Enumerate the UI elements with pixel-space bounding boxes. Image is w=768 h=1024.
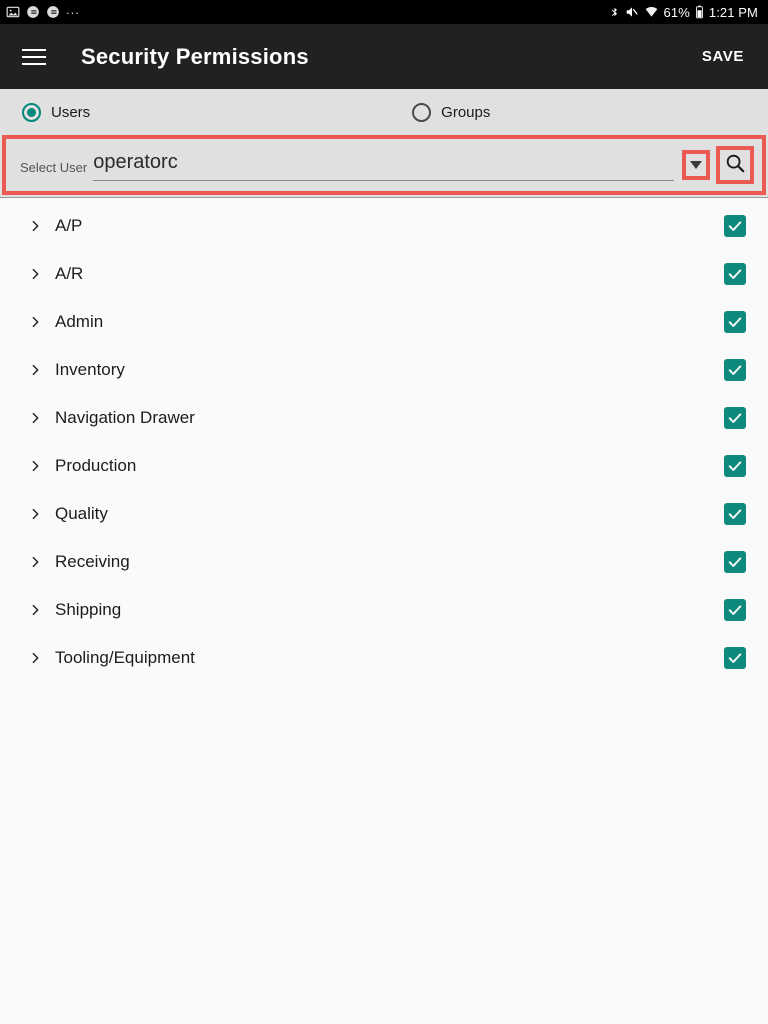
- permission-row-receiving[interactable]: Receiving: [0, 538, 768, 586]
- permission-row-a-p[interactable]: A/P: [0, 202, 768, 250]
- permission-checkbox-quality[interactable]: [724, 503, 746, 525]
- page-title: Security Permissions: [81, 43, 309, 69]
- permission-checkbox-a-p[interactable]: [724, 215, 746, 237]
- battery-icon: [695, 5, 704, 19]
- save-button[interactable]: SAVE: [702, 48, 744, 65]
- caret-down-icon: [690, 161, 702, 169]
- permission-label: Inventory: [55, 360, 125, 379]
- chevron-right-icon[interactable]: [28, 650, 42, 666]
- clock-label: 1:21 PM: [708, 4, 758, 20]
- volume-off-icon: [625, 5, 639, 19]
- chevron-right-icon[interactable]: [28, 602, 42, 618]
- menu-line: [22, 55, 46, 58]
- permission-label: Navigation Drawer: [55, 408, 195, 427]
- permission-checkbox-production[interactable]: [724, 455, 746, 477]
- radio-unselected-icon: [412, 102, 432, 122]
- permission-checkbox-inventory[interactable]: [724, 359, 746, 381]
- permission-row-tooling-equipment[interactable]: Tooling/Equipment: [0, 634, 768, 682]
- status-bar-right: 61% 1:21 PM: [609, 5, 760, 20]
- select-user-value: operatorc: [93, 151, 178, 173]
- permission-label: A/P: [55, 216, 83, 235]
- permission-row-navigation-drawer[interactable]: Navigation Drawer: [0, 394, 768, 442]
- chevron-right-icon[interactable]: [28, 362, 42, 378]
- permission-checkbox-tooling-equipment[interactable]: [724, 647, 746, 669]
- permission-checkbox-receiving[interactable]: [724, 551, 746, 573]
- scope-radio-group: Users Groups: [0, 89, 768, 135]
- chevron-right-icon[interactable]: [28, 266, 42, 282]
- wifi-icon: [644, 5, 659, 19]
- permission-row-admin[interactable]: Admin: [0, 298, 768, 346]
- more-notifications-ellipsis: ...: [66, 1, 80, 17]
- radio-groups-label: Groups: [441, 103, 491, 121]
- permission-label: A/R: [55, 264, 84, 283]
- permission-checkbox-admin[interactable]: [724, 311, 746, 333]
- permission-label: Tooling/Equipment: [55, 648, 195, 667]
- permission-checkbox-navigation-drawer[interactable]: [724, 407, 746, 429]
- permission-row-shipping[interactable]: Shipping: [0, 586, 768, 634]
- permission-row-production[interactable]: Production: [0, 442, 768, 490]
- radio-dot: [27, 107, 36, 117]
- permission-checkbox-a-r[interactable]: [724, 263, 746, 285]
- permission-row-inventory[interactable]: Inventory: [0, 346, 768, 394]
- permission-label: Shipping: [55, 600, 122, 619]
- select-user-highlight-box: Select User operatorc: [2, 135, 766, 195]
- chevron-right-icon[interactable]: [28, 554, 42, 570]
- app-bar: Security Permissions SAVE: [0, 24, 768, 89]
- battery-percent-label: 61%: [663, 4, 690, 20]
- chevron-right-icon[interactable]: [28, 506, 42, 522]
- select-user-input[interactable]: operatorc: [93, 149, 674, 181]
- radio-selected-icon: [22, 102, 41, 122]
- notification-app-icon: [46, 5, 60, 19]
- search-icon: [724, 152, 746, 179]
- chevron-right-icon[interactable]: [28, 218, 42, 234]
- radio-users[interactable]: Users: [22, 102, 91, 122]
- radio-groups[interactable]: Groups: [412, 102, 491, 122]
- status-bar-left: ...: [6, 1, 80, 20]
- permission-label: Receiving: [55, 552, 130, 571]
- hamburger-menu-icon[interactable]: [22, 41, 54, 73]
- permission-label: Quality: [55, 504, 108, 523]
- bluetooth-icon: [609, 5, 620, 19]
- permission-row-a-r[interactable]: A/R: [0, 250, 768, 298]
- chevron-right-icon[interactable]: [28, 458, 42, 474]
- select-user-label: Select User: [20, 159, 88, 175]
- select-user-row: Select User operatorc: [6, 139, 762, 191]
- chevron-right-icon[interactable]: [28, 314, 42, 330]
- permission-label: Admin: [55, 312, 104, 331]
- user-search-button[interactable]: [716, 146, 754, 184]
- radio-users-label: Users: [51, 103, 91, 121]
- image-icon: [6, 5, 20, 19]
- permission-label: Production: [55, 456, 137, 475]
- permissions-list: A/P A/R Admin Inventory Navigation Drawe…: [0, 198, 768, 682]
- notification-app-icon: [26, 5, 40, 19]
- user-dropdown-button[interactable]: [682, 150, 710, 180]
- menu-line: [22, 62, 46, 65]
- menu-line: [22, 48, 46, 51]
- status-bar: ... 61% 1:21 PM: [0, 0, 768, 24]
- permission-row-quality[interactable]: Quality: [0, 490, 768, 538]
- user-group-selector-panel: Users Groups Select User operatorc: [0, 89, 768, 198]
- chevron-right-icon[interactable]: [28, 410, 42, 426]
- permission-checkbox-shipping[interactable]: [724, 599, 746, 621]
